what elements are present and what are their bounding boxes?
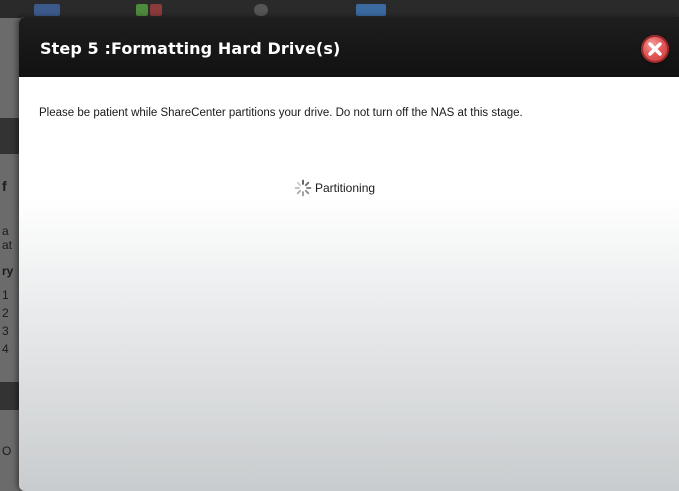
dialog-header: Step 5 :Formatting Hard Drive(s) [19, 17, 679, 77]
dialog-title: Step 5 :Formatting Hard Drive(s) [40, 39, 341, 58]
screen: f a at ry 1 2 3 4 O Step 5 :Formatting H… [0, 0, 679, 491]
background-toolbar-icon [34, 4, 60, 16]
background-toolbar-icon [150, 4, 162, 16]
background-toolbar-icon [136, 4, 148, 16]
progress-indicator: Partitioning [294, 179, 375, 197]
dialog-message: Please be patient while ShareCenter part… [39, 107, 523, 119]
progress-label: Partitioning [315, 181, 376, 195]
format-drive-dialog: Step 5 :Formatting Hard Drive(s) Please … [19, 17, 679, 491]
close-button[interactable] [641, 35, 669, 63]
spinner-icon [294, 179, 312, 197]
background-toolbar-icon [254, 4, 268, 16]
background-toolbar-icon [356, 4, 386, 16]
close-icon [648, 42, 662, 56]
background-toolbar [0, 0, 679, 18]
